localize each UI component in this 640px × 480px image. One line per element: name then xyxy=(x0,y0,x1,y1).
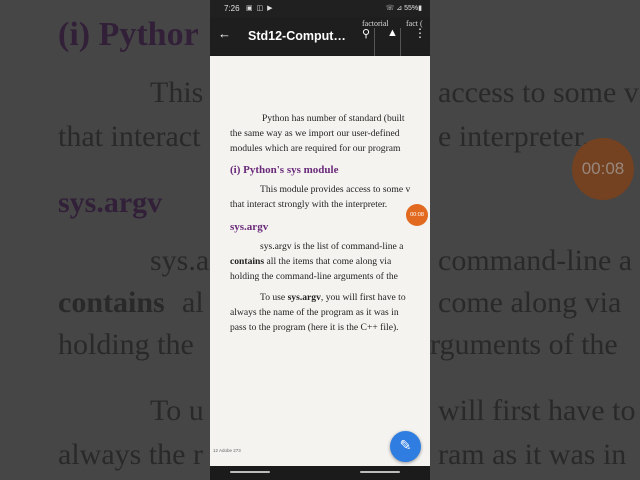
bold-term: sys.argv xyxy=(287,292,321,303)
para-line: the same way as we import our user-defin… xyxy=(230,128,400,139)
nav-indicator xyxy=(230,471,270,473)
pencil-icon: ✎ xyxy=(399,439,412,454)
notification-icons: ▣ ◫ ▶ xyxy=(246,5,274,12)
timer-badge[interactable]: 00:08 xyxy=(406,204,428,226)
gesture-nav-bar xyxy=(210,466,430,480)
document-title: Std12-Comput… xyxy=(248,29,346,43)
phone-screen: 7:26 ▣ ◫ ▶ ☏ ⊿ 55%▮ ← Std12-Comput… ⚲ ▲ … xyxy=(210,0,430,480)
para-line: that interact strongly with the interpre… xyxy=(230,199,388,210)
para-text: , you will first have to xyxy=(320,292,406,303)
edit-fab-button[interactable]: ✎ xyxy=(390,431,421,462)
status-time: 7:26 xyxy=(224,4,240,13)
para-text: all the items that come along via xyxy=(264,256,392,267)
nav-indicator xyxy=(360,471,400,473)
search-icon[interactable]: ⚲ xyxy=(362,27,370,40)
document-page[interactable]: Python has number of standard (built the… xyxy=(210,56,430,466)
battery-signal-icons: ☏ ⊿ 55%▮ xyxy=(385,5,422,12)
para-line: holding the command-line arguments of th… xyxy=(230,271,398,282)
para-line: This module provides access to some v xyxy=(260,184,411,195)
para-line: modules which are required for our progr… xyxy=(230,143,401,154)
para-line: always the name of the program as it was… xyxy=(230,307,399,318)
para-line: To use sys.argv, you will first have to xyxy=(260,292,406,303)
para-line: pass to the program (here it is the C++ … xyxy=(230,322,399,333)
para-line: Python has number of standard (built xyxy=(262,113,405,124)
overlay-label-fact: fact ( xyxy=(406,19,423,28)
subsection-heading: sys.argv xyxy=(230,221,269,233)
back-arrow-icon[interactable]: ← xyxy=(218,26,231,41)
para-line: contains all the items that come along v… xyxy=(230,256,391,267)
status-bar: 7:26 ▣ ◫ ▶ ☏ ⊿ 55%▮ xyxy=(210,0,430,17)
para-text: To use xyxy=(260,292,288,303)
para-line: sys.argv is the list of command-line a xyxy=(260,241,404,252)
overlay-label-factorial: factorial xyxy=(362,19,389,28)
section-heading: (i) Python's sys module xyxy=(230,164,339,176)
page-footer: 12 Adobe 273 xyxy=(213,448,241,453)
bold-term: contains xyxy=(230,256,265,267)
